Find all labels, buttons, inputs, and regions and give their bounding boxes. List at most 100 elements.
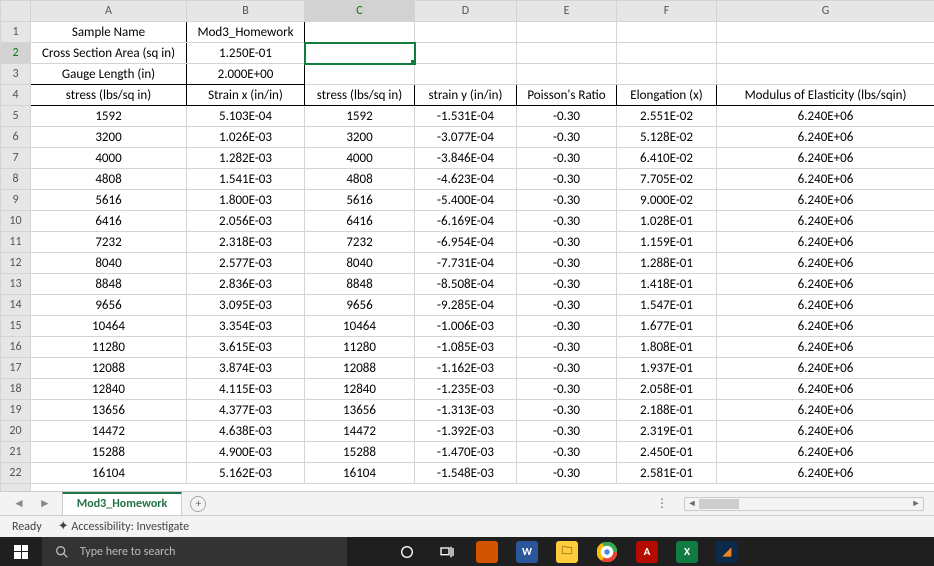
cell-G6[interactable]: 6.240E+06 xyxy=(717,127,934,148)
cell-D20[interactable]: -1.392E-03 xyxy=(415,421,517,442)
spreadsheet-area[interactable]: A B C D E F G 1 Sample Name Mod3_Homewor… xyxy=(0,0,934,491)
cell-B17[interactable]: 3.874E-03 xyxy=(187,358,305,379)
cell-B6[interactable]: 1.026E-03 xyxy=(187,127,305,148)
cell-B2[interactable]: 1.250E-01 xyxy=(187,43,305,64)
cell-E1[interactable] xyxy=(517,22,617,43)
cell-F17[interactable]: 1.937E-01 xyxy=(617,358,717,379)
cell-A17[interactable]: 12088 xyxy=(31,358,187,379)
cell-D15[interactable]: -1.006E-03 xyxy=(415,316,517,337)
cell-B18[interactable]: 4.115E-03 xyxy=(187,379,305,400)
scroll-left-icon[interactable]: ◄ xyxy=(685,498,699,510)
cell-A9[interactable]: 5616 xyxy=(31,190,187,211)
cell-G11[interactable]: 6.240E+06 xyxy=(717,232,934,253)
cell-A16[interactable]: 11280 xyxy=(31,337,187,358)
cell-G5[interactable]: 6.240E+06 xyxy=(717,106,934,127)
cell-D21[interactable]: -1.470E-03 xyxy=(415,442,517,463)
cell-E6[interactable]: -0.30 xyxy=(517,127,617,148)
taskbar-app-1[interactable] xyxy=(467,537,507,566)
cell-C3[interactable] xyxy=(305,64,415,85)
cell-C11[interactable]: 7232 xyxy=(305,232,415,253)
col-header-D[interactable]: D xyxy=(415,1,517,22)
cell-E15[interactable]: -0.30 xyxy=(517,316,617,337)
cell-G8[interactable]: 6.240E+06 xyxy=(717,169,934,190)
tab-options-icon[interactable]: ⋮ xyxy=(656,496,676,511)
taskbar-excel[interactable]: X xyxy=(667,537,707,566)
row-header-12[interactable]: 12 xyxy=(1,253,31,274)
row-header-22[interactable]: 22 xyxy=(1,463,31,484)
cell-B20[interactable]: 4.638E-03 xyxy=(187,421,305,442)
tab-nav-next[interactable]: ► xyxy=(36,496,54,511)
cell-B3[interactable]: 2.000E+00 xyxy=(187,64,305,85)
cell-F2[interactable] xyxy=(617,43,717,64)
cell-partial[interactable] xyxy=(31,484,934,492)
cell-E9[interactable]: -0.30 xyxy=(517,190,617,211)
cell-B16[interactable]: 3.615E-03 xyxy=(187,337,305,358)
cell-B19[interactable]: 4.377E-03 xyxy=(187,400,305,421)
row-header-17[interactable]: 17 xyxy=(1,358,31,379)
cell-E20[interactable]: -0.30 xyxy=(517,421,617,442)
cell-G3[interactable] xyxy=(717,64,934,85)
cell-F6[interactable]: 5.128E-02 xyxy=(617,127,717,148)
cell-E16[interactable]: -0.30 xyxy=(517,337,617,358)
cell-C1[interactable] xyxy=(305,22,415,43)
cell-E2[interactable] xyxy=(517,43,617,64)
cell-F10[interactable]: 1.028E-01 xyxy=(617,211,717,232)
cell-G19[interactable]: 6.240E+06 xyxy=(717,400,934,421)
cell-F14[interactable]: 1.547E-01 xyxy=(617,295,717,316)
cell-D8[interactable]: -4.623E-04 xyxy=(415,169,517,190)
cell-D5[interactable]: -1.531E-04 xyxy=(415,106,517,127)
cell-C6[interactable]: 3200 xyxy=(305,127,415,148)
cell-A11[interactable]: 7232 xyxy=(31,232,187,253)
cell-C5[interactable]: 1592 xyxy=(305,106,415,127)
cell-G16[interactable]: 6.240E+06 xyxy=(717,337,934,358)
scroll-right-icon[interactable]: ► xyxy=(909,498,923,510)
cell-F1[interactable] xyxy=(617,22,717,43)
row-header-9[interactable]: 9 xyxy=(1,190,31,211)
cell-A10[interactable]: 6416 xyxy=(31,211,187,232)
row-header-5[interactable]: 5 xyxy=(1,106,31,127)
cell-E22[interactable]: -0.30 xyxy=(517,463,617,484)
col-header-A[interactable]: A xyxy=(31,1,187,22)
cell-E10[interactable]: -0.30 xyxy=(517,211,617,232)
tab-nav-prev[interactable]: ◄ xyxy=(10,496,28,511)
row-header-18[interactable]: 18 xyxy=(1,379,31,400)
cell-F18[interactable]: 2.058E-01 xyxy=(617,379,717,400)
cell-F13[interactable]: 1.418E-01 xyxy=(617,274,717,295)
row-header-7[interactable]: 7 xyxy=(1,148,31,169)
cell-E14[interactable]: -0.30 xyxy=(517,295,617,316)
col-header-G[interactable]: G xyxy=(717,1,934,22)
cell-E8[interactable]: -0.30 xyxy=(517,169,617,190)
taskbar-taskview[interactable] xyxy=(427,537,467,566)
col-header-E[interactable]: E xyxy=(517,1,617,22)
taskbar-search[interactable]: Type here to search xyxy=(42,537,347,566)
cell-B7[interactable]: 1.282E-03 xyxy=(187,148,305,169)
cell-B5[interactable]: 5.103E-04 xyxy=(187,106,305,127)
cell-A1[interactable]: Sample Name xyxy=(31,22,187,43)
cell-B10[interactable]: 2.056E-03 xyxy=(187,211,305,232)
cell-D12[interactable]: -7.731E-04 xyxy=(415,253,517,274)
sheet-tab-active[interactable]: Mod3_Homework xyxy=(62,492,183,515)
cell-D4[interactable]: strain y (in/in) xyxy=(415,85,517,106)
cell-A18[interactable]: 12840 xyxy=(31,379,187,400)
taskbar-explorer[interactable]: 🗀 xyxy=(547,537,587,566)
cell-C16[interactable]: 11280 xyxy=(305,337,415,358)
row-header-11[interactable]: 11 xyxy=(1,232,31,253)
row-header-4[interactable]: 4 xyxy=(1,85,31,106)
cell-G12[interactable]: 6.240E+06 xyxy=(717,253,934,274)
cell-F12[interactable]: 1.288E-01 xyxy=(617,253,717,274)
cell-E7[interactable]: -0.30 xyxy=(517,148,617,169)
taskbar-chrome[interactable] xyxy=(587,537,627,566)
cell-E3[interactable] xyxy=(517,64,617,85)
col-header-F[interactable]: F xyxy=(617,1,717,22)
col-header-C[interactable]: C xyxy=(305,1,415,22)
row-header-21[interactable]: 21 xyxy=(1,442,31,463)
cell-G20[interactable]: 6.240E+06 xyxy=(717,421,934,442)
cell-E21[interactable]: -0.30 xyxy=(517,442,617,463)
cell-E12[interactable]: -0.30 xyxy=(517,253,617,274)
cell-G10[interactable]: 6.240E+06 xyxy=(717,211,934,232)
row-header-20[interactable]: 20 xyxy=(1,421,31,442)
row-header-13[interactable]: 13 xyxy=(1,274,31,295)
cell-G14[interactable]: 6.240E+06 xyxy=(717,295,934,316)
cell-A7[interactable]: 4000 xyxy=(31,148,187,169)
cell-F20[interactable]: 2.319E-01 xyxy=(617,421,717,442)
